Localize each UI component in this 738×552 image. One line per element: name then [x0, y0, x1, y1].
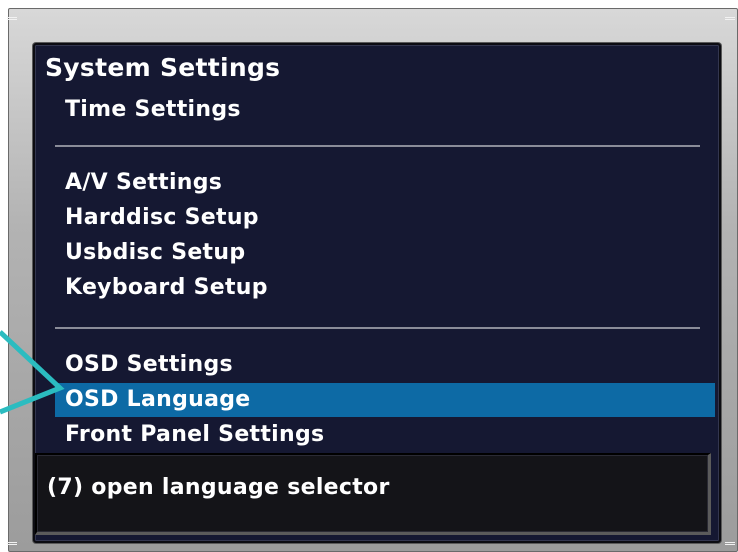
menu-title: System Settings — [45, 53, 281, 82]
bezel-grip — [7, 17, 17, 20]
menu-item-osd-language[interactable]: OSD Language — [55, 383, 715, 417]
status-hint: (7) open language selector — [47, 475, 390, 500]
settings-screen: System Settings Time Settings A/V Settin… — [33, 43, 721, 543]
menu-separator — [55, 145, 700, 147]
menu-item-time-settings[interactable]: Time Settings — [55, 93, 715, 127]
bezel-grip — [725, 542, 735, 545]
menu-item-av-settings[interactable]: A/V Settings — [55, 166, 715, 200]
window-bezel: System Settings Time Settings A/V Settin… — [7, 8, 738, 552]
menu-separator — [55, 327, 700, 329]
menu-item-front-panel-settings[interactable]: Front Panel Settings — [55, 418, 715, 452]
menu-item-keyboard-setup[interactable]: Keyboard Setup — [55, 271, 715, 305]
bezel-grip — [7, 542, 17, 545]
menu-item-osd-settings[interactable]: OSD Settings — [55, 348, 715, 382]
status-bar: (7) open language selector — [35, 453, 711, 535]
menu-item-usbdisc-setup[interactable]: Usbdisc Setup — [55, 236, 715, 270]
menu-item-harddisc-setup[interactable]: Harddisc Setup — [55, 201, 715, 235]
bezel-grip — [725, 17, 735, 20]
